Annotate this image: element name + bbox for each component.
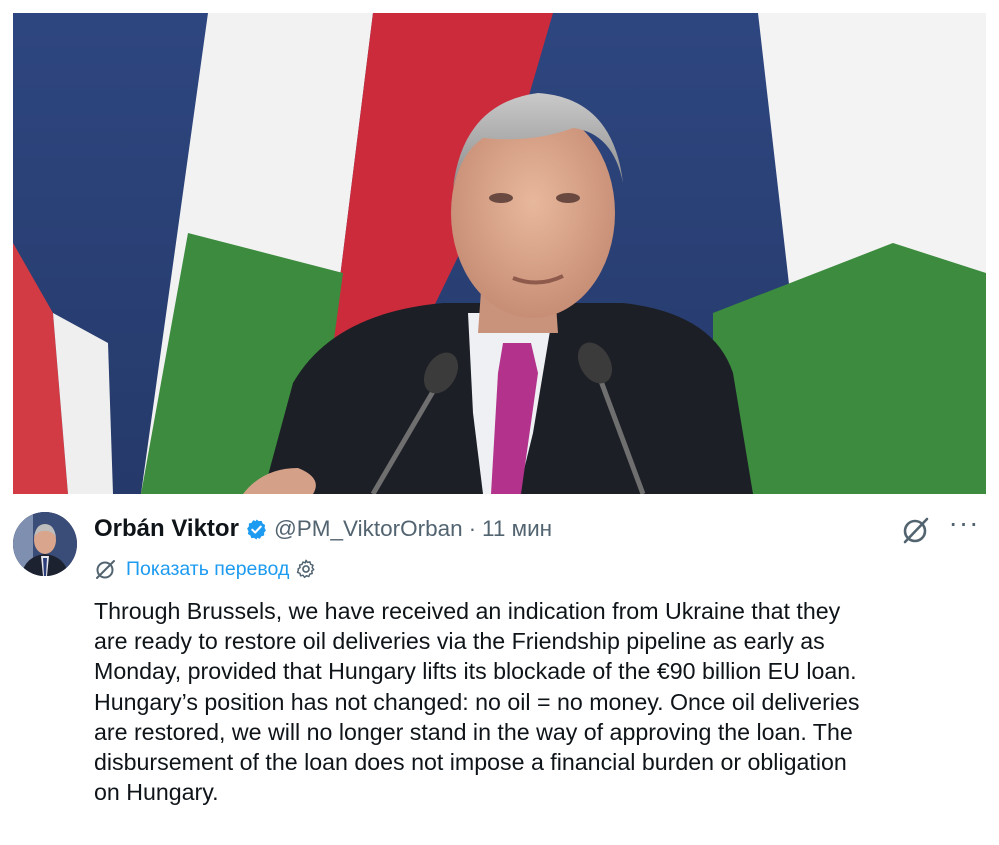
show-translation-link[interactable]: Показать перевод [94,554,317,584]
post-text: Through Brussels, we have received an in… [94,596,989,807]
grok-icon[interactable] [900,514,932,546]
post-text-line: are ready to restore oil deliveries via … [94,628,825,655]
tweet-header: Orbán Viktor @PM_ViktorOrban · 11 мин [94,514,552,544]
avatar[interactable] [13,512,77,576]
gear-icon[interactable] [295,558,317,580]
avatar-image [13,512,77,576]
post-text-line: Monday, provided that Hungary lifts its … [94,658,857,685]
author-handle[interactable]: @PM_ViktorOrban [274,516,463,542]
post-text-line: disbursement of the loan does not impose… [94,749,847,776]
author-name[interactable]: Orbán Viktor [94,515,239,543]
post-text-line: Through Brussels, we have received an in… [94,598,841,624]
post-text-line: are restored, we will no longer stand in… [94,718,853,745]
translate-icon [94,557,118,581]
post-text-line: Hungary’s position has not changed: no o… [94,688,860,715]
more-icon[interactable]: ··· [947,509,981,542]
header-separator: · [468,516,477,541]
post-photo[interactable] [13,13,986,494]
post-time[interactable]: 11 мин [482,516,552,542]
verified-badge-icon [245,518,268,541]
post-photo-image [13,13,986,494]
tweet: Orbán Viktor @PM_ViktorOrban · 11 мин ··… [0,494,999,845]
show-translation-label: Показать перевод [126,557,290,580]
post-text-line: on Hungary. [94,779,219,806]
